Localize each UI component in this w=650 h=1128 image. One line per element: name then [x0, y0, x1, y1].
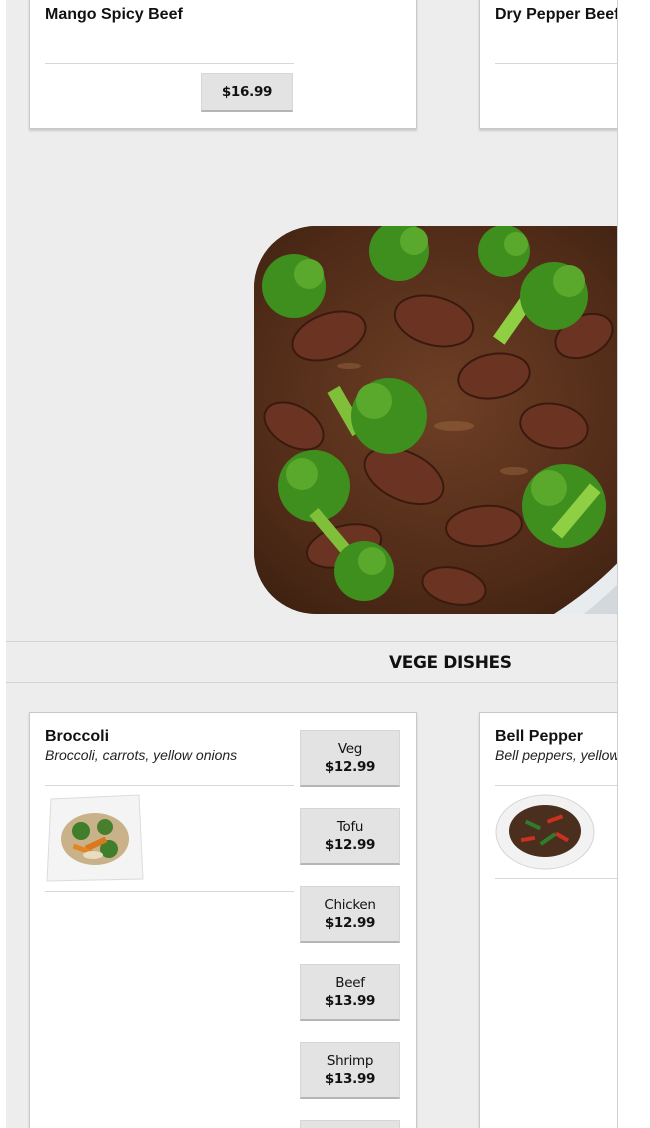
- option-label: Beef: [335, 975, 365, 991]
- menu-item-card: Mango Spicy Beef $16.99: [29, 0, 417, 129]
- beef-broccoli-image: [254, 226, 617, 614]
- option-button-more[interactable]: [300, 1120, 400, 1128]
- menu-item-card: Bell Pepper Bell peppers, yellow: [479, 712, 618, 1128]
- menu-viewport: Mango Spicy Beef $16.99 Dry Pepper Beef: [6, 0, 618, 1128]
- section-title: VEGE DISHES: [389, 653, 512, 673]
- option-button-shrimp[interactable]: Shrimp $13.99: [300, 1042, 400, 1099]
- option-label: Tofu: [336, 819, 364, 835]
- divider: [495, 785, 617, 786]
- price-label: $16.99: [221, 84, 273, 100]
- broccoli-dish-thumbnail[interactable]: [45, 793, 145, 884]
- option-price: $12.99: [324, 759, 376, 775]
- item-name: Dry Pepper Beef: [495, 6, 618, 23]
- option-button-tofu[interactable]: Tofu $12.99: [300, 808, 400, 865]
- divider: [495, 63, 617, 64]
- option-price: $12.99: [324, 837, 376, 853]
- food-illustration: [254, 226, 617, 614]
- item-description: Broccoli, carrots, yellow onions: [45, 747, 238, 763]
- item-description: Bell peppers, yellow: [495, 747, 618, 763]
- item-name: Broccoli: [45, 728, 110, 745]
- divider: [45, 891, 294, 892]
- divider: [495, 878, 617, 879]
- option-price: $13.99: [324, 993, 376, 1009]
- option-label: Shrimp: [326, 1053, 374, 1069]
- menu-item-card: Dry Pepper Beef: [479, 0, 618, 129]
- menu-item-card: Broccoli Broccoli, carrots, yellow onion…: [29, 712, 417, 1128]
- option-price: $13.99: [324, 1071, 376, 1087]
- option-button-veg[interactable]: Veg $12.99: [300, 730, 400, 787]
- option-label: Veg: [337, 741, 363, 757]
- option-label: Chicken: [324, 897, 376, 913]
- section-header: VEGE DISHES: [6, 641, 617, 683]
- option-price: $12.99: [324, 915, 376, 931]
- item-name: Bell Pepper: [495, 728, 584, 745]
- divider: [45, 63, 294, 64]
- bell-pepper-dish-thumbnail[interactable]: [495, 793, 595, 871]
- option-button-chicken[interactable]: Chicken $12.99: [300, 886, 400, 943]
- option-button-beef[interactable]: Beef $13.99: [300, 964, 400, 1021]
- price-button[interactable]: $16.99: [201, 73, 293, 112]
- divider: [45, 785, 294, 786]
- item-name: Mango Spicy Beef: [45, 6, 183, 23]
